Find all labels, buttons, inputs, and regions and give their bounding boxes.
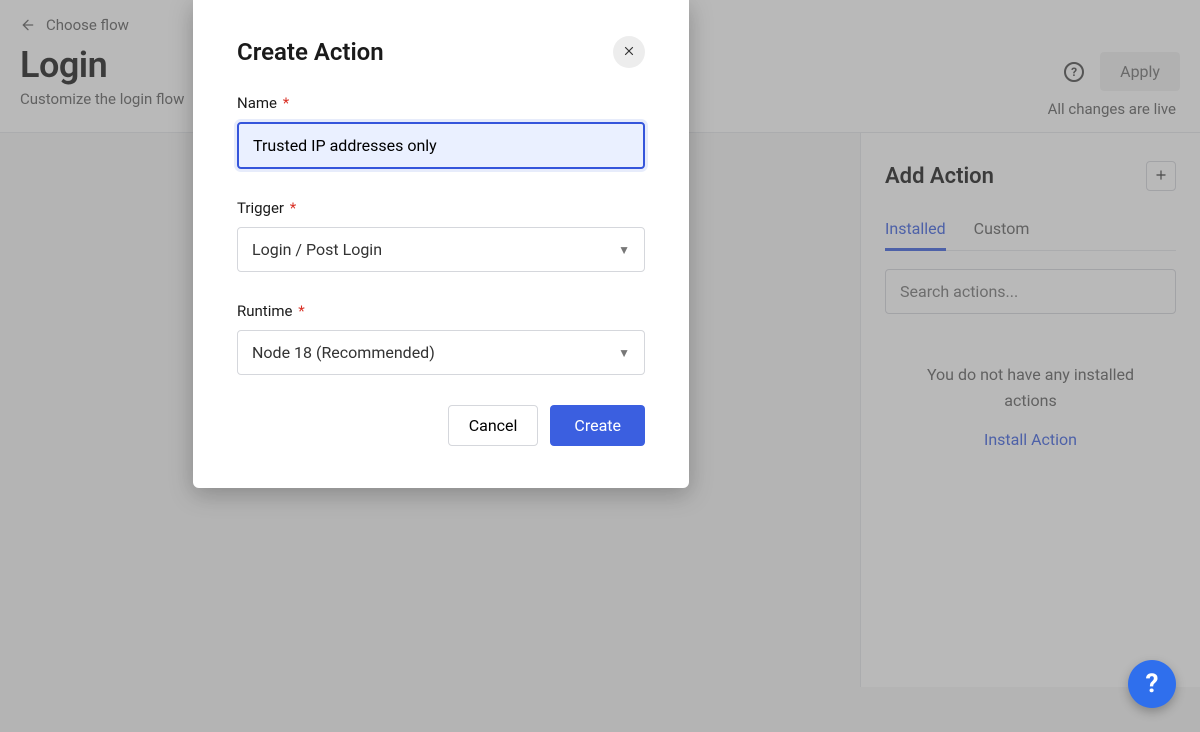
close-icon	[622, 43, 636, 62]
runtime-field: Runtime * Node 18 (Recommended) ▼	[237, 302, 645, 375]
chevron-down-icon: ▼	[618, 243, 630, 257]
modal-title: Create Action	[237, 38, 384, 66]
runtime-label: Runtime *	[237, 302, 645, 320]
runtime-select[interactable]: Node 18 (Recommended) ▼	[237, 330, 645, 375]
runtime-value: Node 18 (Recommended)	[252, 343, 435, 362]
trigger-field: Trigger * Login / Post Login ▼	[237, 199, 645, 272]
name-input[interactable]	[237, 122, 645, 169]
help-fab[interactable]: ?	[1128, 660, 1176, 708]
required-mark: *	[294, 302, 304, 320]
question-icon: ?	[1146, 669, 1159, 699]
create-button[interactable]: Create	[550, 405, 645, 446]
create-action-modal: Create Action Name * Trigger * Login / P…	[193, 0, 689, 488]
required-mark: *	[279, 94, 289, 112]
name-label: Name *	[237, 94, 645, 112]
name-field: Name *	[237, 94, 645, 169]
chevron-down-icon: ▼	[618, 346, 630, 360]
trigger-value: Login / Post Login	[252, 240, 382, 259]
trigger-label: Trigger *	[237, 199, 645, 217]
required-mark: *	[286, 199, 296, 217]
close-button[interactable]	[613, 36, 645, 68]
trigger-select[interactable]: Login / Post Login ▼	[237, 227, 645, 272]
cancel-button[interactable]: Cancel	[448, 405, 539, 446]
